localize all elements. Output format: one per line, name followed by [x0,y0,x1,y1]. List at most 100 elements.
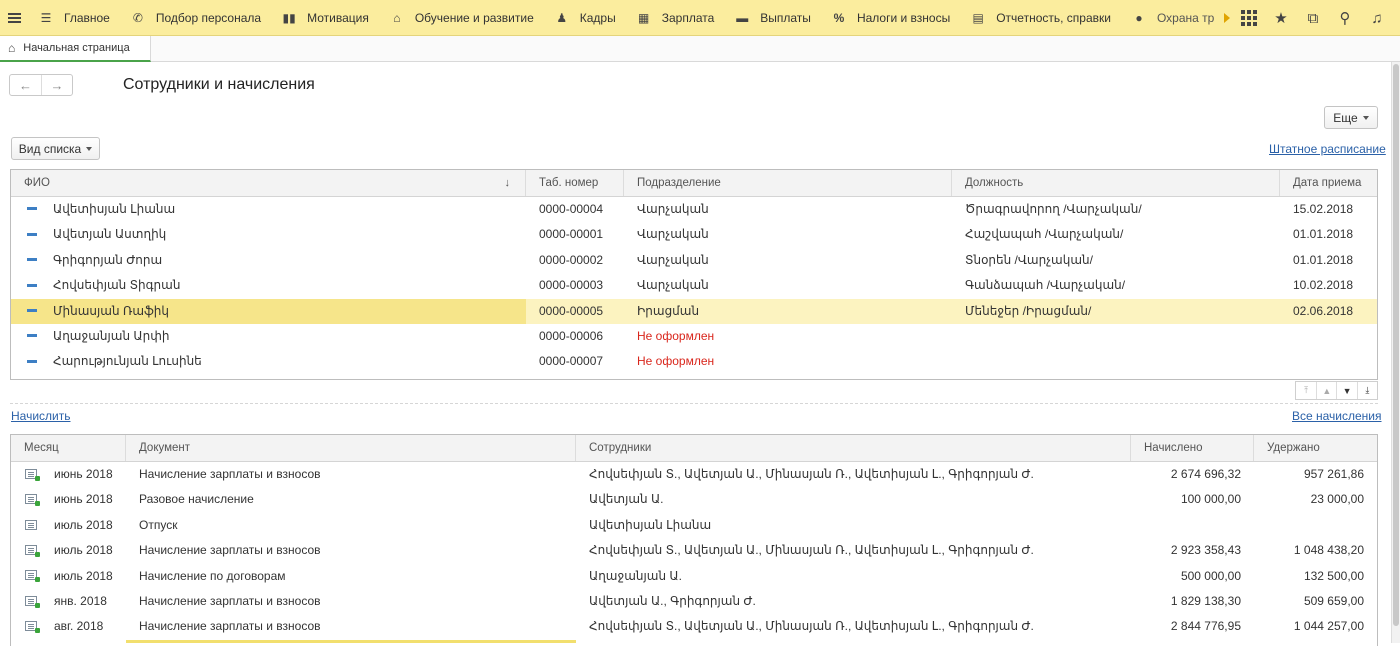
accrual-row[interactable]: янв. 2018 Начисление зарплаты и взносов Ավ… [11,589,1377,614]
employee-cell-dept: Վարչական [624,222,952,247]
section-3[interactable]: ⌂ Обучение и развитие [379,0,544,36]
accruals-table-body: июнь 2018 Начисление зарплаты и взносов Հո… [11,462,1377,640]
accrual-cell-doc: Начисление зарплаты и взносов [126,614,576,639]
col-header-employees[interactable]: Сотрудники [576,435,1131,461]
list-view-button[interactable]: Вид списка [11,137,100,160]
section-5[interactable]: ▦ Зарплата [626,0,725,36]
employee-position-text: Մենեջեր /Իրացման/ [965,303,1092,318]
employee-row[interactable]: Հարությունյան Լուսինե 0000-00007 Не оформл… [11,349,1377,374]
notifications-bell-icon[interactable]: ♫ [1362,0,1392,36]
accrual-row[interactable]: июль 2018 Отпуск Ավետիսյան Լիանա [11,513,1377,538]
col-header-withheld[interactable]: Удержано [1254,435,1377,461]
accruals-table-header: Месяц Документ Сотрудники Начислено Удер… [11,435,1377,462]
accrual-withheld-text: 957 261,86 [1303,467,1364,481]
more-button[interactable]: Еще [1324,106,1378,129]
employee-cell-position: Հաշվապահ /Վարչական/ [952,222,1280,247]
sections-scroll-right-button[interactable] [1220,0,1234,36]
accrual-emps-text: Աղաջանյան Ա. [589,568,682,583]
forward-arrow-icon[interactable]: → [41,75,72,95]
accrual-cell-month: июнь 2018 [11,462,126,487]
accrual-cell-withheld [1254,513,1377,538]
employee-row[interactable]: Մինասյան Ռաֆիկ 0000-00005 Իրացման Մենեջեր /… [11,298,1377,324]
employee-row[interactable]: Ավետյան Աստղիկ 0000-00001 Վարչական Հաշվապահ… [11,222,1377,247]
accrual-cell-emps: Ավետիսյան Լիանա [576,513,1131,538]
employee-cell-tab: 0000-00002 [526,248,624,273]
all-accruals-link[interactable]: Все начисления [1292,409,1382,423]
toolbar-icons: ★ ⧉ ⚲ ♫ [1234,0,1392,36]
accrual-accrued-text: 100 000,00 [1180,492,1241,507]
employee-dash-icon [27,258,37,262]
employee-row[interactable]: Գրիգորյան Ժորա 0000-00002 Վարչական Տնօրեն /… [11,248,1377,273]
employee-date-text: 10.02.2018 [1293,278,1354,293]
posted-document-icon [25,595,40,608]
col-header-fio[interactable]: ФИО ↓ [11,170,526,196]
col-header-month[interactable]: Месяц [11,435,126,461]
gift-icon: ▮▮ [282,10,296,25]
favorites-star-icon[interactable]: ★ [1266,0,1296,36]
scroll-down-button[interactable]: ▼ [1336,382,1356,399]
accrual-month-text: июль 2018 [54,568,113,583]
accrual-cell-accrued: 2 923 358,43 [1131,538,1254,563]
page-scrollbar[interactable] [1391,62,1400,643]
section-8[interactable]: ▤ Отчетность, справки [960,0,1121,36]
scroll-last-button[interactable]: ⤓ [1356,382,1377,399]
section-1[interactable]: ✆ Подбор персонала [120,0,271,36]
section-4[interactable]: ♟ Кадры [544,0,626,36]
accrual-accrued-text: 2 844 776,95 [1170,619,1241,634]
accrual-doc-text: Начисление по договорам [139,568,286,583]
employee-cell-dept: Не оформлен [624,324,952,349]
employee-dept-text: Не оформлен [637,328,715,343]
accrual-row[interactable]: июль 2018 Начисление по договорам Աղաջանյա… [11,564,1377,589]
accrual-row[interactable]: июль 2018 Начисление зарплаты и взносов Հո… [11,538,1377,563]
apps-grid-icon[interactable] [1234,0,1264,36]
employee-row[interactable]: Ավետիսյան Լիանա 0000-00004 Վարչական Ծրագրավ… [11,197,1377,222]
employee-dept-text: Վարչական [637,278,709,293]
col-header-accrued[interactable]: Начислено [1131,435,1254,461]
employee-row[interactable]: Աղաջանյան Արփի 0000-00006 Не оформлен [11,324,1377,349]
accruals-table: Месяц Документ Сотрудники Начислено Удер… [10,434,1378,646]
employee-row[interactable]: Հովսեփյան Տիգրան 0000-00003 Վարչական Գանձապ… [11,273,1377,298]
scroll-up-button[interactable]: ▲ [1316,382,1336,399]
employee-cell-tab: 0000-00006 [526,324,624,349]
history-icon[interactable]: ⧉ [1298,0,1328,36]
accrual-emps-text: Ավետյան Ա., Գրիգորյան Ժ. [589,593,756,608]
accrual-row[interactable]: июнь 2018 Начисление зарплаты и взносов Հո… [11,462,1377,487]
accrual-cell-accrued: 500 000,00 [1131,564,1254,589]
accrual-cell-doc: Начисление зарплаты и взносов [126,462,576,487]
chevron-down-icon [86,146,93,151]
accrual-cell-withheld: 1 048 438,20 [1254,538,1377,563]
col-header-department[interactable]: Подразделение [624,170,952,196]
col-header-hire-date[interactable]: Дата приема [1280,170,1377,196]
accrual-cell-accrued: 1 829 138,30 [1131,589,1254,614]
scrollbar-thumb[interactable] [1393,64,1399,626]
accrual-accrued-text: 2 674 696,32 [1170,467,1241,481]
section-2[interactable]: ▮▮ Мотивация [271,0,379,36]
employee-cell-dept: Վարչական [624,248,952,273]
tab-home-label: Начальная страница [23,42,130,54]
employee-cell-position: Ծրագրավորող /Վարչական/ [952,197,1280,222]
accrue-link[interactable]: Начислить [11,409,70,423]
section-6[interactable]: ▬ Выплаты [724,0,821,36]
accrual-withheld-text: 132 500,00 [1303,568,1364,583]
col-header-tab-number[interactable]: Таб. номер [526,170,624,196]
accrual-row[interactable]: авг. 2018 Начисление зарплаты и взносов Հո… [11,614,1377,639]
section-7[interactable]: % Налоги и взносы [821,0,960,36]
menu-icon[interactable] [0,0,28,36]
section-0[interactable]: ☰ Главное [28,0,120,36]
accrual-row[interactable]: июнь 2018 Разовое начисление Ավետյան Ա. 100… [11,487,1377,512]
staffing-schedule-link[interactable]: Штатное расписание [1269,142,1386,156]
accrual-cell-month: июль 2018 [11,513,126,538]
employee-cell-name: Աղաջանյան Արփի [11,324,526,349]
back-arrow-icon[interactable]: ← [10,75,41,95]
employee-tab-text: 0000-00007 [539,354,604,369]
scroll-first-button[interactable]: ⤒ [1296,382,1316,399]
employee-cell-position: Տնօրեն /Վարչական/ [952,248,1280,273]
section-9[interactable]: ● Охрана тр [1121,0,1220,36]
search-icon[interactable]: ⚲ [1330,0,1360,36]
accrual-cell-doc: Отпуск [126,513,576,538]
col-header-position[interactable]: Должность [952,170,1280,196]
tab-home[interactable]: ⌂ Начальная страница [0,36,151,62]
employee-position-text: Ծրագրավորող /Վարչական/ [965,202,1142,216]
col-header-document[interactable]: Документ [126,435,576,461]
accrual-month-text: июнь 2018 [54,467,113,481]
